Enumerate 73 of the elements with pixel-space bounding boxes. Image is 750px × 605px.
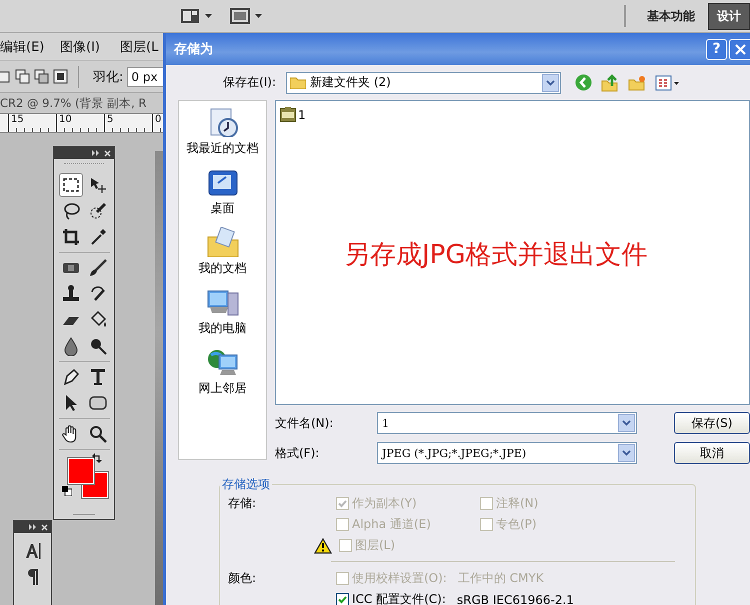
character-panel-icon[interactable]	[24, 541, 40, 559]
folder-document-icon	[206, 227, 240, 257]
chevron-icon	[546, 80, 555, 86]
menu-item[interactable]: 编辑(E)	[0, 38, 60, 56]
checkbox-label: ICC 配置文件(C):	[352, 591, 446, 605]
ruler-label: 0	[155, 114, 162, 125]
jpg-file-icon	[280, 107, 296, 123]
help-button[interactable]: ?	[706, 38, 727, 60]
places-item[interactable]: 我的文档	[198, 227, 246, 287]
checkbox-label: 注释(N)	[496, 495, 538, 512]
selection-subtract-icon[interactable]	[34, 69, 49, 84]
setting-value: sRGB IEC61966-2.1	[456, 592, 574, 605]
ruler-label: 15	[11, 114, 24, 125]
chevron-icon	[622, 450, 631, 456]
paragraph-panel-icon[interactable]	[26, 567, 38, 585]
close-icon	[734, 42, 746, 56]
section-label: 存储:	[228, 495, 258, 512]
checkbox[interactable]	[336, 593, 349, 605]
chevron-icon	[622, 420, 631, 426]
group-title: 存储选项	[221, 476, 271, 493]
caret-icon[interactable]	[205, 14, 212, 18]
menu-item[interactable]: 图层(L	[120, 38, 158, 56]
screen-mode-icon[interactable]	[230, 8, 250, 24]
close-button[interactable]	[729, 38, 750, 60]
layout-grid-icon[interactable]	[180, 8, 200, 24]
selection-intersect-icon[interactable]	[53, 69, 68, 84]
ruler-label: 5	[107, 114, 114, 125]
feather-field[interactable]: 0 px	[127, 66, 166, 86]
checkbox-label: 作为副本(Y)	[352, 495, 417, 512]
crop-icon	[60, 227, 80, 247]
checkbox-label: 图层(L)	[355, 537, 396, 554]
up-folder-icon[interactable]	[601, 74, 619, 92]
places-item[interactable]: 桌面	[206, 167, 240, 227]
file-name-field[interactable]: 1	[377, 412, 637, 434]
workspace-button[interactable]: 设计	[708, 2, 750, 30]
color-swatch-drawing[interactable]	[59, 453, 107, 498]
globe-computer-icon	[206, 347, 240, 377]
close-icon[interactable]	[104, 150, 111, 156]
folder-icon	[290, 76, 306, 89]
caret-icon[interactable]	[255, 14, 262, 18]
checkbox-label: 使用校样设置(O):	[352, 570, 447, 587]
setting-value: 工作中的 CMYK	[458, 570, 544, 587]
checkbox-label: Alpha 通道(E)	[352, 516, 431, 533]
field-label: 保存在(I):	[222, 74, 276, 91]
workspace-button[interactable]: 基本功能	[638, 2, 704, 30]
tool-button[interactable]	[58, 173, 82, 197]
double-arrow-icon[interactable]	[29, 524, 37, 530]
format-dropdown[interactable]: JPEG (*.JPG;*.JPEG;*.JPE)	[377, 442, 637, 464]
field-label: 格式(F):	[275, 444, 320, 462]
save-button[interactable]: 保存(S)	[674, 412, 750, 434]
file-item[interactable]: 1	[280, 107, 306, 123]
field-label: 文件名(N):	[275, 414, 334, 432]
places-item[interactable]: 我的电脑	[198, 287, 246, 347]
file-name: 1	[298, 108, 306, 122]
dropdown-value: 新建文件夹 (2)	[310, 74, 392, 91]
section-label: 颜色:	[228, 570, 258, 587]
zoom-icon	[88, 424, 108, 444]
places-item[interactable]: 我最近的文档	[186, 107, 258, 167]
selection-new-icon[interactable]	[0, 69, 11, 84]
feather-label: 羽化:	[93, 68, 124, 86]
double-arrow-icon[interactable]	[92, 150, 100, 156]
dialog-title: 存储为	[174, 41, 214, 58]
annotation-text: 另存成JPG格式并退出文件	[344, 239, 648, 272]
menu-item[interactable]: 图像(I)	[60, 38, 120, 56]
checkbox-label: 专色(P)	[496, 516, 537, 533]
view-menu-icon[interactable]	[655, 74, 679, 90]
stamp-icon	[60, 284, 80, 304]
cancel-button[interactable]: 取消	[674, 442, 750, 464]
close-icon[interactable]	[41, 524, 48, 530]
ruler-label: 10	[59, 114, 72, 125]
places-item[interactable]: 网上邻居	[198, 347, 246, 407]
location-dropdown[interactable]: 新建文件夹 (2)	[286, 72, 561, 94]
selection-add-icon[interactable]	[15, 69, 30, 84]
